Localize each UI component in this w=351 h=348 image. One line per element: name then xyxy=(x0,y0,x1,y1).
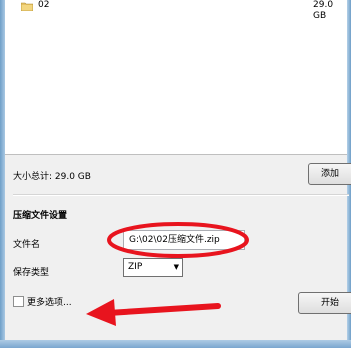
section-divider xyxy=(13,194,349,196)
folder-icon xyxy=(21,2,33,11)
more-options-checkbox[interactable] xyxy=(13,296,24,307)
file-name: 02 xyxy=(38,0,50,10)
window-frame-bottom xyxy=(0,340,351,348)
save-type-label: 保存类型 xyxy=(13,268,50,278)
file-list[interactable]: 02 29.0 GB xyxy=(5,0,347,155)
more-options-label: 更多选项... xyxy=(27,298,72,308)
filename-input[interactable]: G:\02\02压缩文件.zip xyxy=(123,230,245,250)
filename-label: 文件名 xyxy=(13,240,41,250)
file-size: 29.0 GB xyxy=(313,0,334,21)
total-size-label: 大小总计: 29.0 GB xyxy=(13,172,91,182)
compression-settings-title: 压缩文件设置 xyxy=(13,211,68,221)
start-button[interactable]: 开始 xyxy=(298,292,351,314)
chevron-down-icon: ▼ xyxy=(173,263,179,271)
save-type-value: ZIP xyxy=(128,262,143,272)
add-button[interactable]: 添加 xyxy=(308,163,351,185)
file-list-row[interactable]: 02 29.0 GB xyxy=(5,0,347,21)
save-type-select[interactable]: ZIP ▼ xyxy=(123,258,183,277)
